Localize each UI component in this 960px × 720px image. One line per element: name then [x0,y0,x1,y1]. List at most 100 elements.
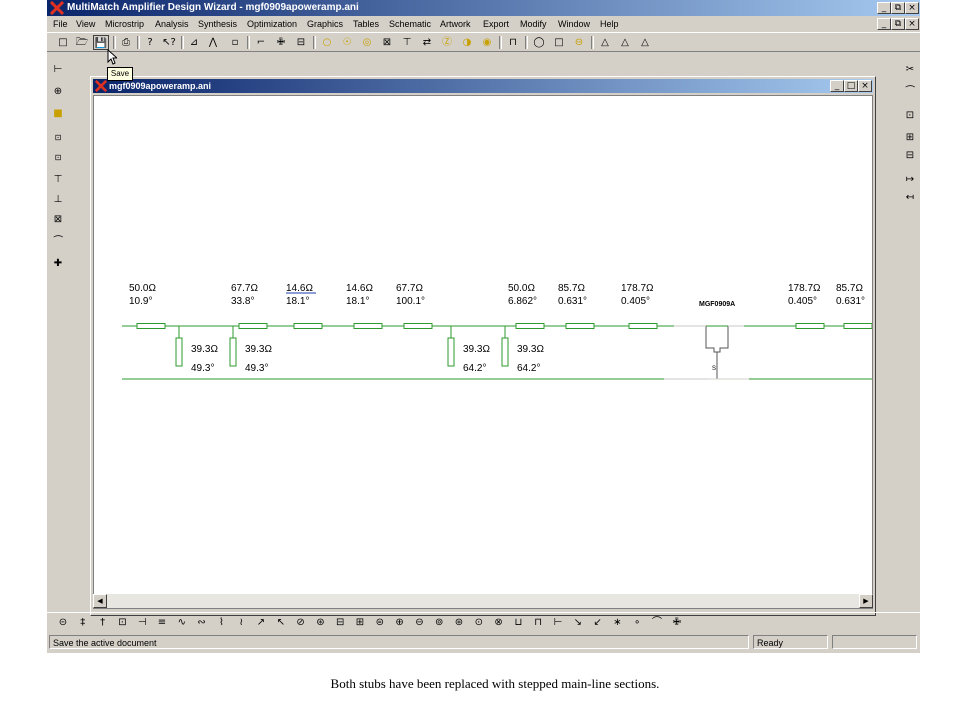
swap-arrows-icon[interactable]: ⇄ [419,35,435,50]
line-i-icon[interactable]: ⌇ [213,615,229,630]
line-o-icon[interactable]: ⊟ [332,615,348,630]
port-plus-icon[interactable]: ⊕ [50,84,66,100]
help-icon[interactable]: ? [142,35,158,50]
box-plus-icon[interactable]: ⊞ [902,130,918,146]
menu-file[interactable]: File [53,16,68,32]
line-l-icon[interactable]: ↖ [273,615,289,630]
amp-3-icon[interactable]: △ [637,35,653,50]
tee-icon[interactable]: ⊿ [186,35,202,50]
scroll-right-icon[interactable]: ▶ [859,594,873,608]
menu-synthesis[interactable]: Synthesis [198,16,237,32]
menu-help[interactable]: Help [600,16,619,32]
line-af-icon[interactable]: ✙ [669,615,685,630]
save-icon[interactable]: 💾 [93,35,109,50]
open-icon[interactable]: 🗁 [74,35,90,50]
line-h-icon[interactable]: ∾ [194,615,210,630]
new-icon[interactable]: □ [55,35,71,50]
menu-analysis[interactable]: Analysis [155,16,189,32]
circle-question-icon[interactable]: ☉ [339,35,355,50]
doc-minimize-menu-button[interactable]: _ [877,18,891,30]
line-y-icon[interactable]: ⊓ [530,615,546,630]
stub-short-icon[interactable]: ⊥ [50,192,66,208]
port-icon[interactable]: ▫ [227,35,243,50]
port-left-icon[interactable]: ⊢ [50,62,66,78]
arrow-out-icon[interactable]: ↤ [902,190,918,206]
menu-artwork[interactable]: Artwork [440,16,471,32]
doc-restore-menu-button[interactable]: ⧉ [891,18,905,30]
menu-view[interactable]: View [76,16,95,32]
line-v-icon[interactable]: ⊙ [471,615,487,630]
line-aa-icon[interactable]: ↘ [570,615,586,630]
line-x-icon[interactable]: ⊔ [510,615,526,630]
cap-top-icon[interactable]: ⏜ [902,84,918,100]
line-s-icon[interactable]: ⊖ [411,615,427,630]
menu-optimization[interactable]: Optimization [247,16,297,32]
app-close-button[interactable]: × [905,2,919,14]
line-ae-icon[interactable]: ⌒ [649,615,665,630]
scissors-icon[interactable]: ✂ [902,62,918,78]
line-m-icon[interactable]: ⊘ [293,615,309,630]
line-j-icon[interactable]: ≀ [233,615,249,630]
line-q-icon[interactable]: ⊜ [372,615,388,630]
document-restore-button[interactable]: □ [844,80,858,92]
cir-icon[interactable]: ⊡ [50,130,66,146]
cross-stub-icon[interactable]: ✚ [50,256,66,272]
line-d-icon[interactable]: ⊡ [114,615,130,630]
tee-alt-icon[interactable]: ⋀ [205,35,221,50]
amp-2-icon[interactable]: △ [617,35,633,50]
line-z-icon[interactable]: ⊢ [550,615,566,630]
ring-icon[interactable]: ◯ [531,35,547,50]
scroll-left-icon[interactable]: ◀ [93,594,107,608]
circle-triangle-icon[interactable]: ◑ [459,35,475,50]
doc-close-menu-button[interactable]: × [905,18,919,30]
line-t-icon[interactable]: ⊚ [431,615,447,630]
bend-icon[interactable]: ⌐ [253,35,269,50]
menu-window[interactable]: Window [558,16,590,32]
line-e-icon[interactable]: ⊣ [134,615,150,630]
menu-graphics[interactable]: Graphics [307,16,343,32]
junction-icon[interactable]: ⊤ [399,35,415,50]
box-minus-icon[interactable]: ⊟ [902,148,918,164]
menu-modify[interactable]: Modify [520,16,547,32]
box-icon[interactable]: ⊟ [293,35,309,50]
line-ac-icon[interactable]: ∗ [609,615,625,630]
circle-point-icon[interactable]: ◉ [479,35,495,50]
schematic-canvas[interactable]: 50.0Ω 10.9° 39.3Ω 49.3° 39.3Ω 49.3° 67.7Ω 33.8°… [93,95,873,609]
circle-dot-icon[interactable]: ◎ [359,35,375,50]
document-minimize-button[interactable]: _ [830,80,844,92]
cir-alt-icon[interactable]: ⊡ [50,150,66,166]
box-small-icon[interactable]: ⊡ [902,108,918,124]
line-b-icon[interactable]: ‡ [75,615,91,630]
app-restore-button[interactable]: ⧉ [891,2,905,14]
circle-y-icon[interactable]: Ⓩ [439,35,455,50]
box-stub-icon[interactable]: ⊠ [50,212,66,228]
square-yellow-icon[interactable]: ■ [50,106,66,122]
box-x-icon[interactable]: ⊠ [379,35,395,50]
document-close-button[interactable]: × [858,80,872,92]
cap-icon[interactable]: ⏜ [50,234,66,250]
line-w-icon[interactable]: ⊗ [491,615,507,630]
arrow-in-icon[interactable]: ↦ [902,172,918,188]
ring-minus-icon[interactable]: ⊖ [571,35,587,50]
line-k-icon[interactable]: ↗ [253,615,269,630]
line-c-icon[interactable]: † [95,615,111,630]
menu-tables[interactable]: Tables [353,16,379,32]
line-f-icon[interactable]: ≡ [154,615,170,630]
print-icon[interactable]: ⎙ [118,35,134,50]
cross-icon[interactable]: ✙ [273,35,289,50]
circle-icon[interactable]: ○ [319,35,335,50]
line-r-icon[interactable]: ⊕ [392,615,408,630]
line-g-icon[interactable]: ∿ [174,615,190,630]
context-help-icon[interactable]: ↖? [161,35,177,50]
square-icon[interactable]: □ [551,35,567,50]
line-u-icon[interactable]: ⊛ [451,615,467,630]
horizontal-scrollbar[interactable]: ◀ ▶ [93,594,873,608]
line-ab-icon[interactable]: ↙ [590,615,606,630]
menu-export[interactable]: Export [483,16,509,32]
line-p-icon[interactable]: ⊞ [352,615,368,630]
menu-schematic[interactable]: Schematic [389,16,431,32]
app-minimize-button[interactable]: _ [877,2,891,14]
line-n-icon[interactable]: ⊛ [312,615,328,630]
menu-microstrip[interactable]: Microstrip [105,16,144,32]
stub-open-icon[interactable]: ⊤ [50,172,66,188]
